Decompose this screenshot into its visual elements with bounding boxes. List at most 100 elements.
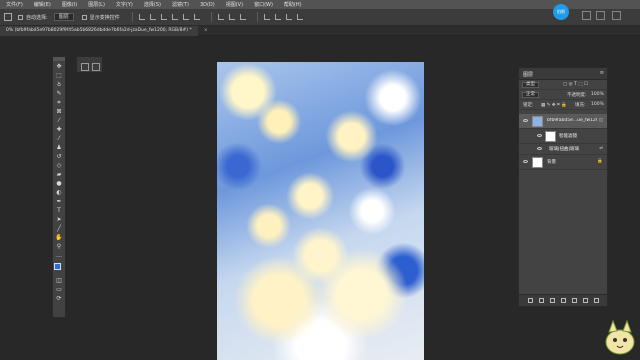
layers-panel: 图层 ≡ 类型 ▢ ◎ T ⬚ ☐ 正常 不透明度: 100% 锁定: ▦ ✎ … (518, 67, 608, 307)
kind-filter-dropdown[interactable]: 类型 (522, 82, 539, 88)
color-swatches[interactable] (53, 262, 65, 274)
3d-move-icon[interactable] (296, 14, 303, 20)
blend-mode-dropdown[interactable]: 正常 (522, 92, 539, 98)
align-top-icon[interactable] (171, 14, 178, 20)
shape-tool-icon[interactable]: ╱ (55, 225, 63, 232)
filter-mask-thumbnail (545, 131, 556, 142)
more-tools-icon[interactable]: … (55, 252, 63, 259)
layers-panel-title[interactable]: 图层 (523, 71, 533, 78)
align-right-icon[interactable] (160, 14, 167, 20)
move-tool-icon[interactable] (4, 13, 12, 21)
layer-row-smart-object[interactable]: bfb9fabd5e...ue_fw1200 ◫ (519, 114, 607, 129)
menu-item-layer[interactable]: 图层(L) (88, 1, 105, 8)
path-select-tool-icon[interactable]: ➤ (55, 216, 63, 223)
document-canvas[interactable] (217, 62, 424, 360)
distribute-vertical-icon[interactable] (239, 14, 246, 20)
share-icon[interactable] (612, 11, 621, 20)
properties-icon[interactable] (92, 63, 100, 71)
panel-menu-icon[interactable]: ≡ (600, 70, 604, 76)
align-bottom-icon[interactable] (193, 14, 200, 20)
dodge-tool-icon[interactable]: ◐ (55, 189, 63, 196)
frame-tool-icon[interactable]: ⊠ (55, 108, 63, 115)
pen-tool-icon[interactable]: ✒ (55, 198, 63, 205)
brush-tool-icon[interactable]: ⁄ (55, 135, 63, 142)
screen-mode-icon[interactable]: ▭ (55, 286, 63, 293)
align-left-icon[interactable] (138, 14, 145, 20)
crop-tool-icon[interactable]: ⌗ (55, 99, 63, 106)
layer-name: bfb9fabd5e...ue_fw1200 (547, 118, 597, 123)
quick-select-tool-icon[interactable]: ✎ (55, 90, 63, 97)
menu-item-image[interactable]: 图像(I) (62, 1, 77, 8)
document-tab-title: 0% (bfb9fabd5e97b8029f9f45ab5b6826dbdde7… (6, 28, 192, 33)
eyedropper-tool-icon[interactable]: ⁄ (55, 117, 63, 124)
hand-tool-icon[interactable]: ✋ (55, 234, 63, 241)
align-center-icon[interactable] (149, 14, 156, 20)
layer-thumbnail (532, 116, 543, 127)
mask-icon[interactable] (549, 298, 555, 303)
visibility-eye-icon[interactable] (537, 147, 542, 150)
distribute-icon[interactable] (217, 14, 224, 20)
menu-item-type[interactable]: 文字(Y) (116, 1, 133, 8)
menu-item-select[interactable]: 选择(S) (144, 1, 161, 8)
history-icon[interactable] (81, 63, 89, 71)
filter-icons[interactable]: ▢ ◎ T ⬚ ☐ (563, 82, 588, 87)
distribute-horizontal-icon[interactable] (228, 14, 235, 20)
group-icon[interactable] (571, 298, 577, 303)
type-tool-icon[interactable]: T (55, 207, 63, 214)
stamp-tool-icon[interactable]: ♟ (55, 144, 63, 151)
layer-name: 玻璃|扭曲|玻璃 (549, 147, 580, 152)
close-icon[interactable]: × (204, 26, 208, 36)
layer-row-filter-glass[interactable]: 玻璃|扭曲|玻璃 ⇌ (519, 144, 607, 155)
healing-tool-icon[interactable]: ✚ (55, 126, 63, 133)
tools-panel: ✥ ⬚ ꝺ ✎ ⌗ ⊠ ⁄ ✚ ⁄ ♟ ↺ ◇ ▰ ● ◐ ✒ T ➤ ╱ ✋ … (52, 56, 66, 318)
layers-filter-row: 类型 ▢ ◎ T ⬚ ☐ (519, 80, 607, 90)
menu-item-filter[interactable]: 滤镜(T) (172, 1, 189, 8)
marquee-tool-icon[interactable]: ⬚ (55, 72, 63, 79)
new-layer-icon[interactable] (582, 298, 588, 303)
3d-rotate-icon[interactable] (274, 14, 281, 20)
adjustment-icon[interactable] (560, 298, 566, 303)
mini-panel (76, 56, 103, 73)
visibility-eye-icon[interactable] (537, 134, 542, 137)
document-tab[interactable]: 0% (bfb9fabd5e97b8029f9f45ab5b6826dbdde7… (0, 26, 208, 36)
edit-toolbar-icon[interactable]: ⟳ (55, 295, 63, 302)
3d-mode-icon[interactable] (263, 14, 270, 20)
gradient-tool-icon[interactable]: ▰ (55, 171, 63, 178)
blur-tool-icon[interactable]: ● (55, 180, 63, 187)
auto-select-checkbox[interactable] (18, 14, 23, 20)
avatar[interactable]: 拍照 (553, 4, 569, 20)
trash-icon[interactable] (593, 298, 599, 303)
menu-item-help[interactable]: 帮助(H) (284, 1, 302, 8)
move-tool-icon[interactable]: ✥ (55, 63, 63, 70)
quick-mask-icon[interactable]: ◫ (55, 277, 63, 284)
menu-item-file[interactable]: 文件(F) (6, 1, 23, 8)
layer-row-smart-filters[interactable]: 智能滤镜 (519, 129, 607, 144)
align-middle-icon[interactable] (182, 14, 189, 20)
show-transform-checkbox[interactable] (81, 14, 87, 20)
lock-icons[interactable]: ▦ ✎ ✥ ⌗ 🔒 (541, 102, 567, 108)
fill-value[interactable]: 100% (591, 102, 604, 107)
workspace-icon[interactable] (596, 11, 605, 20)
menu-item-edit[interactable]: 编辑(E) (34, 1, 51, 8)
divider (131, 12, 133, 22)
auto-select-dropdown[interactable]: 图层 (53, 13, 74, 21)
3d-pan-icon[interactable] (285, 14, 292, 20)
filter-options-icon[interactable]: ⇌ (599, 146, 603, 151)
opacity-value[interactable]: 100% (591, 92, 604, 97)
zoom-tool-icon[interactable]: ⚲ (55, 243, 63, 250)
layers-panel-footer (519, 294, 607, 306)
foreground-color-swatch[interactable] (54, 263, 61, 270)
visibility-eye-icon[interactable] (523, 160, 528, 163)
menu-item-window[interactable]: 窗口(W) (254, 1, 273, 8)
menu-item-view[interactable]: 视图(V) (226, 1, 243, 8)
panel-grip[interactable] (53, 57, 65, 61)
fx-icon[interactable] (538, 298, 544, 303)
menu-item-3d[interactable]: 3D(D) (200, 2, 215, 8)
link-icon[interactable] (527, 298, 533, 303)
eraser-tool-icon[interactable]: ◇ (55, 162, 63, 169)
history-brush-icon[interactable]: ↺ (55, 153, 63, 160)
search-icon[interactable] (582, 11, 591, 20)
visibility-eye-icon[interactable] (523, 119, 528, 122)
layer-row-background[interactable]: 背景 🔒 (519, 155, 607, 170)
lasso-tool-icon[interactable]: ꝺ (55, 81, 63, 88)
